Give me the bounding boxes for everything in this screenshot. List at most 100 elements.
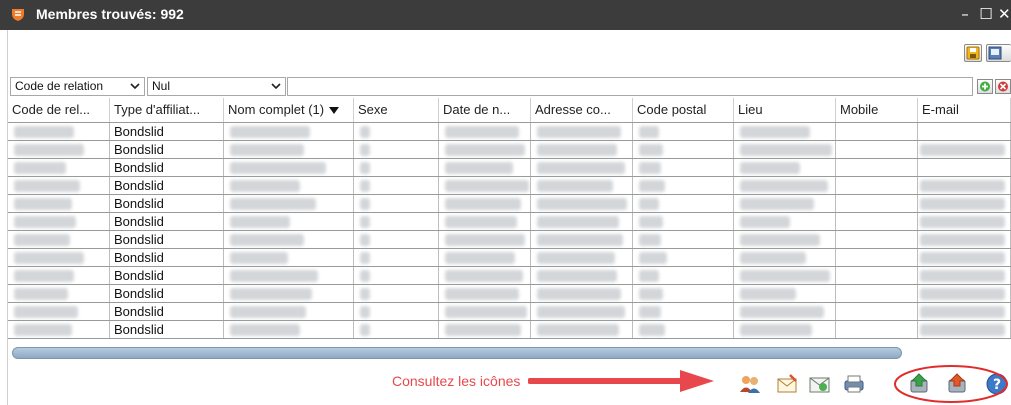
- cell-redacted: [734, 267, 836, 284]
- redacted-value: [639, 234, 661, 246]
- cell-redacted: [224, 141, 354, 158]
- cell-redacted: [224, 231, 354, 248]
- table-row[interactable]: Bondslid: [8, 303, 1011, 321]
- column-header-code-postal[interactable]: Code postal: [633, 98, 734, 122]
- cell-redacted: [439, 303, 531, 320]
- redacted-value: [230, 252, 288, 264]
- cell-redacted: [836, 285, 918, 302]
- cell-redacted: [734, 159, 836, 176]
- save-button[interactable]: [964, 44, 982, 62]
- cell-redacted: [836, 141, 918, 158]
- plus-green-icon: [980, 81, 990, 92]
- table-row[interactable]: Bondslid: [8, 231, 1011, 249]
- redacted-value: [360, 234, 370, 246]
- cell-redacted: [633, 267, 734, 284]
- email-compose-button[interactable]: [776, 372, 800, 396]
- cell-redacted: [836, 321, 918, 338]
- redacted-value: [740, 144, 832, 156]
- column-header-sexe[interactable]: Sexe: [354, 98, 439, 122]
- table-row[interactable]: Bondslid: [8, 285, 1011, 303]
- cell-redacted: [918, 267, 1011, 284]
- column-header-date-naissance[interactable]: Date de n...: [439, 98, 531, 122]
- cell-redacted: [8, 321, 110, 338]
- cell-redacted: [918, 195, 1011, 212]
- filter-field-select[interactable]: Code de relation: [10, 77, 145, 96]
- table-row[interactable]: Bondslid: [8, 159, 1011, 177]
- minimize-button[interactable]: –: [955, 3, 975, 25]
- table-row[interactable]: Bondslid: [8, 213, 1011, 231]
- column-header-mobile[interactable]: Mobile: [836, 98, 918, 122]
- table-row[interactable]: Bondslid: [8, 195, 1011, 213]
- redacted-value: [445, 144, 525, 156]
- redacted-value: [537, 162, 625, 174]
- table-row[interactable]: Bondslid: [8, 123, 1011, 141]
- filter-operator-select[interactable]: Nul: [147, 77, 286, 96]
- redacted-value: [445, 126, 519, 138]
- email-send-button[interactable]: [808, 372, 832, 396]
- table-row[interactable]: Bondslid: [8, 321, 1011, 339]
- column-header-code-relation[interactable]: Code de rel...: [8, 98, 110, 122]
- column-header-adresse[interactable]: Adresse co...: [531, 98, 633, 122]
- cell-redacted: [354, 231, 439, 248]
- redacted-value: [639, 270, 659, 282]
- print-button[interactable]: [842, 372, 866, 396]
- redacted-value: [920, 198, 1005, 210]
- redacted-value: [14, 252, 84, 264]
- cell-redacted: [836, 159, 918, 176]
- cell-redacted: [836, 231, 918, 248]
- cell-redacted: [439, 321, 531, 338]
- maximize-button[interactable]: ☐: [976, 3, 996, 25]
- redacted-value: [537, 216, 619, 228]
- redacted-value: [740, 198, 814, 210]
- redacted-value: [445, 216, 517, 228]
- column-header-lieu[interactable]: Lieu: [734, 98, 836, 122]
- cell-redacted: [633, 141, 734, 158]
- chevron-down-icon: [271, 83, 281, 90]
- cell-redacted: [354, 123, 439, 140]
- cell-redacted: [224, 177, 354, 194]
- redacted-value: [537, 252, 615, 264]
- cell-redacted: [734, 141, 836, 158]
- cell-redacted: [633, 123, 734, 140]
- members-group-button[interactable]: [738, 372, 762, 396]
- horizontal-scrollbar[interactable]: [12, 347, 902, 359]
- column-header-nom-complet[interactable]: Nom complet (1): [224, 98, 354, 122]
- redacted-value: [740, 306, 824, 318]
- redacted-value: [537, 288, 621, 300]
- filter-value-input[interactable]: [287, 77, 973, 96]
- redacted-value: [445, 180, 529, 192]
- column-header-type-affiliation[interactable]: Type d'affiliat...: [110, 98, 224, 122]
- add-filter-button[interactable]: [977, 79, 993, 94]
- redacted-value: [230, 270, 318, 282]
- redacted-value: [14, 324, 72, 336]
- cell-redacted: [354, 285, 439, 302]
- cell-redacted: [8, 141, 110, 158]
- cell-type-affiliation: Bondslid: [110, 141, 224, 158]
- cell-redacted: [918, 303, 1011, 320]
- table-row[interactable]: Bondslid: [8, 249, 1011, 267]
- table-row[interactable]: Bondslid: [8, 267, 1011, 285]
- cell-redacted: [531, 141, 633, 158]
- redacted-value: [740, 324, 812, 336]
- cell-redacted: [224, 285, 354, 302]
- close-button[interactable]: ✕: [998, 3, 1011, 25]
- column-header-email[interactable]: E-mail: [918, 98, 1011, 122]
- export-icon: [988, 46, 1002, 60]
- redacted-value: [740, 180, 828, 192]
- redacted-value: [639, 306, 661, 318]
- redacted-value: [14, 126, 74, 138]
- export-button[interactable]: [986, 44, 1011, 62]
- redacted-value: [14, 162, 66, 174]
- cell-redacted: [224, 249, 354, 266]
- cell-type-affiliation: Bondslid: [110, 177, 224, 194]
- redacted-value: [537, 270, 617, 282]
- cell-redacted: [531, 213, 633, 230]
- remove-filter-button[interactable]: [995, 79, 1011, 94]
- cell-redacted: [8, 231, 110, 248]
- table-row[interactable]: Bondslid: [8, 177, 1011, 195]
- table-row[interactable]: Bondslid: [8, 141, 1011, 159]
- window-title: Membres trouvés: 992: [36, 6, 184, 22]
- redacted-value: [230, 162, 326, 174]
- cell-redacted: [354, 159, 439, 176]
- redacted-value: [445, 252, 515, 264]
